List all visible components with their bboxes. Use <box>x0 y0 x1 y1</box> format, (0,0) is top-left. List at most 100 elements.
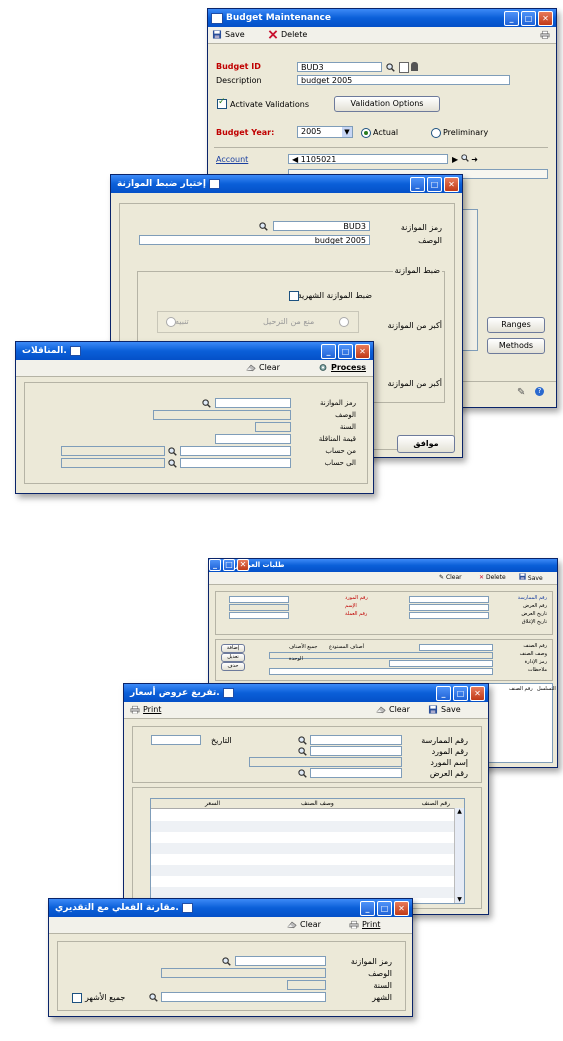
ranges-button[interactable]: Ranges <box>487 317 545 333</box>
account-field[interactable]: ◀ 1105021 <box>288 154 448 164</box>
maximize-button[interactable]: □ <box>377 901 392 916</box>
remove-button[interactable]: حذف <box>221 662 245 671</box>
save-button[interactable]: Save <box>212 29 245 41</box>
currency-field[interactable] <box>229 612 289 619</box>
item-no-field[interactable] <box>419 644 493 651</box>
transfer-amount-field[interactable] <box>215 434 291 444</box>
lookup-icon[interactable] <box>298 747 307 756</box>
lookup-icon[interactable] <box>149 993 158 1002</box>
budget-id-field[interactable]: BUD3 <box>297 62 382 72</box>
grid-scrollbar[interactable]: ▲ ▼ <box>454 808 464 903</box>
lookup-icon[interactable] <box>259 222 268 231</box>
help-icon[interactable]: ? <box>535 387 544 396</box>
account-nav-icons[interactable]: ▶ ➜ <box>452 154 478 164</box>
print-button[interactable]: Print <box>130 704 161 716</box>
practice-no-field[interactable] <box>310 735 402 745</box>
preliminary-radio[interactable] <box>431 128 441 138</box>
supplier-no-field[interactable] <box>310 746 402 756</box>
budget-title-bar[interactable]: Budget Maintenance _ □ ✕ <box>208 9 556 27</box>
new-document-icon[interactable] <box>399 62 409 73</box>
minimize-button[interactable]: _ <box>360 901 375 916</box>
ok-button[interactable]: موافق <box>397 435 455 453</box>
offer-date-field[interactable] <box>409 612 489 619</box>
close-button[interactable]: ✕ <box>444 177 459 192</box>
supplier-field[interactable] <box>229 596 289 603</box>
delete-button[interactable]: Delete <box>268 29 307 41</box>
lookup-icon[interactable] <box>298 769 307 778</box>
date-field[interactable] <box>151 735 201 745</box>
save-button[interactable]: Save <box>519 573 543 583</box>
maximize-button[interactable]: □ <box>223 559 235 571</box>
prevent-posting-radio[interactable] <box>339 317 349 327</box>
clear-label: Clear <box>389 705 410 714</box>
monthly-control-checkbox[interactable] <box>289 291 299 301</box>
to-account-field[interactable] <box>180 458 291 468</box>
budget-code-field[interactable]: BUD3 <box>273 221 370 231</box>
lookup-icon[interactable] <box>222 957 231 966</box>
from-account-field[interactable] <box>180 446 291 456</box>
methods-button[interactable]: Methods <box>487 338 545 354</box>
activate-validations-checkbox[interactable]: ✓ <box>217 97 227 109</box>
offer-no-field[interactable] <box>310 768 402 778</box>
budget-code-label: رمز الموازنة <box>320 399 356 407</box>
minimize-button[interactable]: _ <box>209 559 221 571</box>
maximize-button[interactable]: □ <box>338 344 353 359</box>
clear-button[interactable]: Clear <box>246 362 280 374</box>
lock-icon[interactable] <box>411 62 418 71</box>
offer-lines-grid[interactable]: رقم الصنف وصف الصنف السعر ▲ ▼ <box>150 798 465 904</box>
account-link[interactable]: Account <box>216 155 248 164</box>
notes-field[interactable] <box>269 668 493 675</box>
print-button[interactable]: Print <box>349 919 380 931</box>
control-title-bar[interactable]: _ □ ✕ إختيار ضبط الموازنة <box>111 175 462 193</box>
lookup-icon[interactable] <box>386 63 395 72</box>
practice-field[interactable] <box>409 596 489 603</box>
print-button[interactable] <box>540 29 550 41</box>
maximize-button[interactable]: □ <box>453 686 468 701</box>
close-button[interactable]: ✕ <box>237 559 249 571</box>
lookup-icon[interactable] <box>168 459 177 468</box>
description-field[interactable]: budget 2005 <box>139 235 370 245</box>
minimize-button[interactable]: _ <box>410 177 425 192</box>
lookup-icon[interactable] <box>168 447 177 456</box>
minimize-button[interactable]: _ <box>436 686 451 701</box>
minimize-button[interactable]: _ <box>504 11 519 26</box>
save-button[interactable]: Save <box>428 704 461 716</box>
clear-button[interactable]: ✎ Clear <box>439 573 462 583</box>
validation-options-button[interactable]: Validation Options <box>334 96 440 112</box>
minimize-button[interactable]: _ <box>321 344 336 359</box>
budget-code-field[interactable] <box>215 398 291 408</box>
close-button[interactable]: ✕ <box>355 344 370 359</box>
process-button[interactable]: Process <box>318 362 366 374</box>
compare-title-bar[interactable]: _ □ ✕ مقارنة الفعلي مع التقديري. <box>49 899 412 917</box>
close-button[interactable]: ✕ <box>470 686 485 701</box>
note-icon[interactable]: ✎ <box>517 387 525 398</box>
date-label: التاريخ <box>211 736 232 745</box>
from-account-desc <box>61 446 165 456</box>
lookup-icon[interactable] <box>298 736 307 745</box>
clear-button[interactable]: Clear <box>287 919 321 931</box>
maximize-button[interactable]: □ <box>427 177 442 192</box>
maximize-button[interactable]: □ <box>521 11 536 26</box>
month-field[interactable] <box>161 992 326 1002</box>
edit-button[interactable]: تعديل <box>221 653 245 662</box>
add-button[interactable]: إضافة <box>221 644 245 653</box>
clear-button[interactable]: Clear <box>376 704 410 716</box>
budget-year-select[interactable]: 2005 ▼ <box>297 126 353 138</box>
all-months-checkbox[interactable] <box>72 993 82 1003</box>
description-field[interactable]: budget 2005 <box>297 75 510 85</box>
lookup-icon[interactable] <box>202 399 211 408</box>
actual-radio[interactable] <box>361 128 371 138</box>
transfers-title-bar[interactable]: _ □ ✕ المناقلات. <box>16 342 373 360</box>
close-button[interactable]: ✕ <box>394 901 409 916</box>
quotation-title-bar[interactable]: طلبات العروض _ □ ✕ <box>209 559 557 572</box>
chevron-down-icon[interactable]: ▼ <box>455 896 464 903</box>
offer-field[interactable] <box>409 604 489 611</box>
budget-code-field[interactable] <box>235 956 326 966</box>
chevron-down-icon[interactable]: ▼ <box>342 127 352 137</box>
chevron-up-icon[interactable]: ▲ <box>455 808 464 815</box>
delete-button[interactable]: ✕ Delete <box>479 573 506 583</box>
warn-radio[interactable] <box>166 317 176 327</box>
offers-title-bar[interactable]: _ □ ✕ تفريغ عروض أسعار. <box>124 684 488 702</box>
dept-code-field[interactable] <box>389 660 493 667</box>
close-button[interactable]: ✕ <box>538 11 553 26</box>
